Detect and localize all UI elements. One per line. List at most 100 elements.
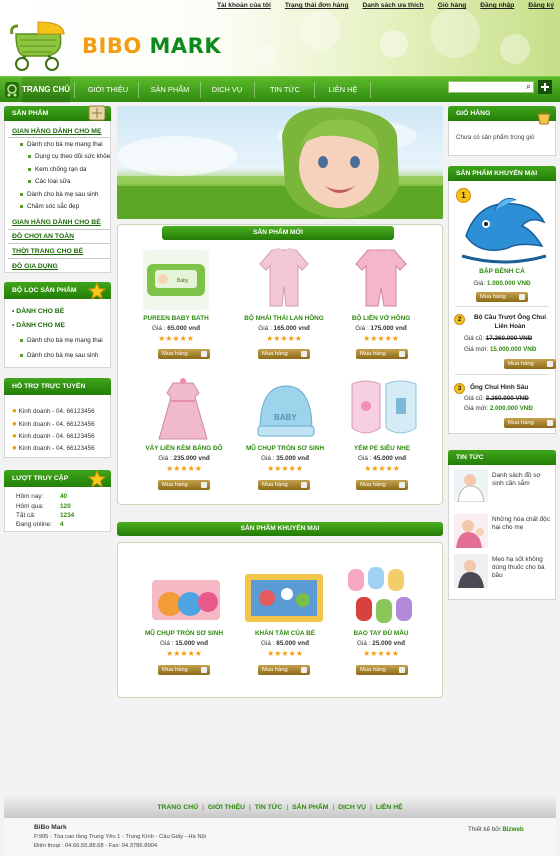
filter-item-postpartum[interactable]: Dành cho bà mẹ sau sinh (20, 352, 98, 359)
buy-button[interactable]: Mua hàng (356, 665, 408, 675)
menu-item-milk[interactable]: Các loại sữa (28, 178, 70, 185)
news-item[interactable]: Danh sách đồ sơ sinh cần sắm (492, 472, 554, 488)
menu-item-beauty[interactable]: Chăm sóc sắc đẹp (20, 203, 79, 210)
product-image-pureen[interactable]: Baby (143, 250, 209, 310)
news-thumbnail[interactable] (454, 470, 488, 502)
buy-button[interactable]: Mua hàng (504, 418, 556, 428)
news-thumbnail[interactable] (454, 554, 488, 588)
search-input[interactable]: ⌕ (448, 81, 534, 93)
buy-button[interactable]: Mua hàng (158, 665, 210, 675)
baby-photo (117, 107, 443, 219)
nav-services[interactable]: DỊCH VỤ (204, 77, 250, 103)
buy-button[interactable]: Mua hàng (258, 665, 310, 675)
footer-link-news[interactable]: TIN TỨC (255, 804, 283, 811)
support-item[interactable]: ● Kinh doanh - 04. 66123456 (12, 431, 95, 440)
menu-item-health-tools[interactable]: Dụng cụ theo dõi sức khỏe (28, 153, 110, 160)
product-name[interactable]: PUREEN BABY BATH (120, 315, 232, 322)
buy-button[interactable]: Mua hàng (356, 480, 408, 490)
stroller-logo-icon[interactable] (6, 20, 72, 72)
buy-button[interactable]: Mua hàng (258, 349, 310, 359)
new-price-value: 15.000.000 VNĐ (489, 346, 537, 353)
menu-item-label: Dành cho bà mẹ sau sinh (27, 191, 99, 198)
menu-item-fashion[interactable]: THỜI TRANG CHO BÉ (12, 248, 83, 255)
product-image-pink-bodysuit[interactable] (350, 246, 412, 310)
support-text: Kinh doanh - 04. 66123456 (18, 408, 95, 415)
footer-link-home[interactable]: TRANG CHỦ (157, 804, 198, 811)
product-image-mittens[interactable] (344, 563, 418, 629)
price-label: Giá mới: (464, 405, 489, 412)
cart-empty-text: Chưa có sản phẩm trong giỏ (456, 134, 535, 141)
footer-link-about[interactable]: GIỚI THIỆU (208, 804, 245, 811)
product-image-towel[interactable] (243, 570, 325, 626)
nav-home[interactable]: TRANG CHỦ (22, 77, 70, 103)
nav-news[interactable]: TIN TỨC (260, 77, 310, 103)
filter-item-baby[interactable]: • DÀNH CHO BÉ (12, 308, 64, 315)
search-icon[interactable]: ⌕ (526, 81, 531, 92)
buy-button[interactable]: Mua hàng (356, 349, 408, 359)
news-thumbnail[interactable] (454, 514, 488, 548)
smiley-icon: ● (12, 406, 17, 415)
nav-about[interactable]: GIỚI THIỆU (80, 77, 136, 103)
visits-label: Đang online: (16, 521, 52, 528)
support-item[interactable]: ● Kinh doanh - 04. 66123456 (12, 406, 95, 415)
credit-link[interactable]: Bizweb (502, 826, 523, 833)
menu-item-pregnant[interactable]: Dành cho bà mẹ mang thai (20, 141, 103, 148)
product-name[interactable]: BỘ LIỀN VỚ HỒNG (325, 315, 437, 322)
promo-side-item-name[interactable]: Ống Chui Hình Sâu (470, 384, 528, 391)
star-icon (88, 470, 106, 488)
top-link-register[interactable]: Đăng ký (528, 2, 554, 9)
product-image-pink-romper[interactable] (246, 246, 322, 310)
top-link-cart[interactable]: Giỏ hàng (438, 2, 467, 9)
promo-side-title: SẢN PHẨM KHUYẾN MẠI (448, 166, 556, 181)
footer-link-contact[interactable]: LIÊN HỆ (376, 804, 403, 811)
support-item[interactable]: ● Kinh doanh - 04. 66123456 (12, 443, 95, 452)
top-link-account[interactable]: Tài khoản của tôi (217, 2, 271, 9)
product-name[interactable]: YẾM PE SIÊU NHẸ (326, 445, 438, 452)
product-name[interactable]: MŨ CHỤP TRÒN SƠ SINH (128, 630, 240, 637)
menu-item-household[interactable]: ĐỒ GIA DỤNG (12, 263, 58, 270)
news-item[interactable]: Những hóa chất độc hại cho mẹ (492, 516, 554, 532)
menu-item-mom[interactable]: GIAN HÀNG DÀNH CHO MẸ (12, 128, 102, 135)
fish-rocker-image[interactable] (458, 190, 548, 264)
rating-stars-icon: ★★★★★ (363, 334, 399, 343)
product-name[interactable]: BỘ NHÁI THÁI LAN HỒNG (228, 315, 340, 322)
filter-item-mom[interactable]: • DÀNH CHO MẸ (12, 322, 65, 329)
price-label: Giá : (258, 325, 272, 332)
nav-products[interactable]: SẢN PHẨM (142, 77, 198, 103)
menu-item-baby[interactable]: GIAN HÀNG DÀNH CHO BÉ (12, 219, 101, 226)
buy-button[interactable]: Mua hàng (476, 292, 528, 302)
product-image-bibs[interactable] (346, 378, 422, 442)
news-item[interactable]: Mẹo hạ sốt không dùng thuốc cho bà bầu (492, 556, 554, 580)
product-image-blue-hat[interactable]: BABY (252, 378, 320, 442)
top-link-wishlist[interactable]: Danh sách ưa thích (362, 2, 423, 9)
buy-button[interactable]: Mua hàng (158, 349, 210, 359)
buy-button[interactable]: Mua hàng (158, 480, 210, 490)
product-name[interactable]: BAO TAY ĐỦ MẦU (325, 630, 437, 637)
product-name[interactable]: MŨ CHỤP TRÒN SƠ SINH (229, 445, 341, 452)
search-button[interactable] (538, 80, 552, 94)
product-image-hats-set[interactable] (148, 570, 224, 626)
top-link-order-status[interactable]: Trạng thái đơn hàng (285, 2, 349, 9)
menu-item-stretch-cream[interactable]: Kem chống rạn da (28, 166, 86, 173)
hero-banner[interactable] (117, 106, 443, 219)
buy-button[interactable]: Mua hàng (258, 480, 310, 490)
product-image-pink-dress[interactable] (147, 377, 219, 443)
price-value: 1.000.000 VNĐ (486, 280, 531, 287)
price-label: Giá : (358, 455, 372, 462)
product-name[interactable]: VÁY LIỀN KÈM BĂNG ĐÔ (128, 445, 240, 452)
buy-button[interactable]: Mua hàng (504, 359, 556, 369)
promo-side-first-name[interactable]: BẬP BÊNH CÁ (452, 268, 552, 275)
footer-link-products[interactable]: SẢN PHẨM (292, 804, 328, 811)
filter-item-pregnant[interactable]: Dành cho bà mẹ mang thai (20, 337, 103, 344)
footer-link-services[interactable]: DỊCH VỤ (338, 804, 366, 811)
price-value: 65.000 vnđ (167, 325, 200, 332)
top-link-login[interactable]: Đăng nhập (480, 2, 514, 9)
menu-item-postpartum[interactable]: Dành cho bà mẹ sau sinh (20, 191, 98, 198)
promo-side-first-price: Giá: 1.000.000 VNĐ (452, 280, 552, 287)
nav-contact[interactable]: LIÊN HỆ (318, 77, 368, 103)
logo-text[interactable]: BIBO MARK (82, 34, 221, 58)
promo-side-item-name[interactable]: Bộ Cầu Trượt Ống Chui Liên Hoàn (468, 313, 552, 331)
menu-item-toys[interactable]: ĐỒ CHƠI AN TOÀN (12, 233, 74, 240)
support-item[interactable]: ● Kinh doanh - 04. 66123456 (12, 419, 95, 428)
rank-badge: 2 (454, 314, 465, 325)
